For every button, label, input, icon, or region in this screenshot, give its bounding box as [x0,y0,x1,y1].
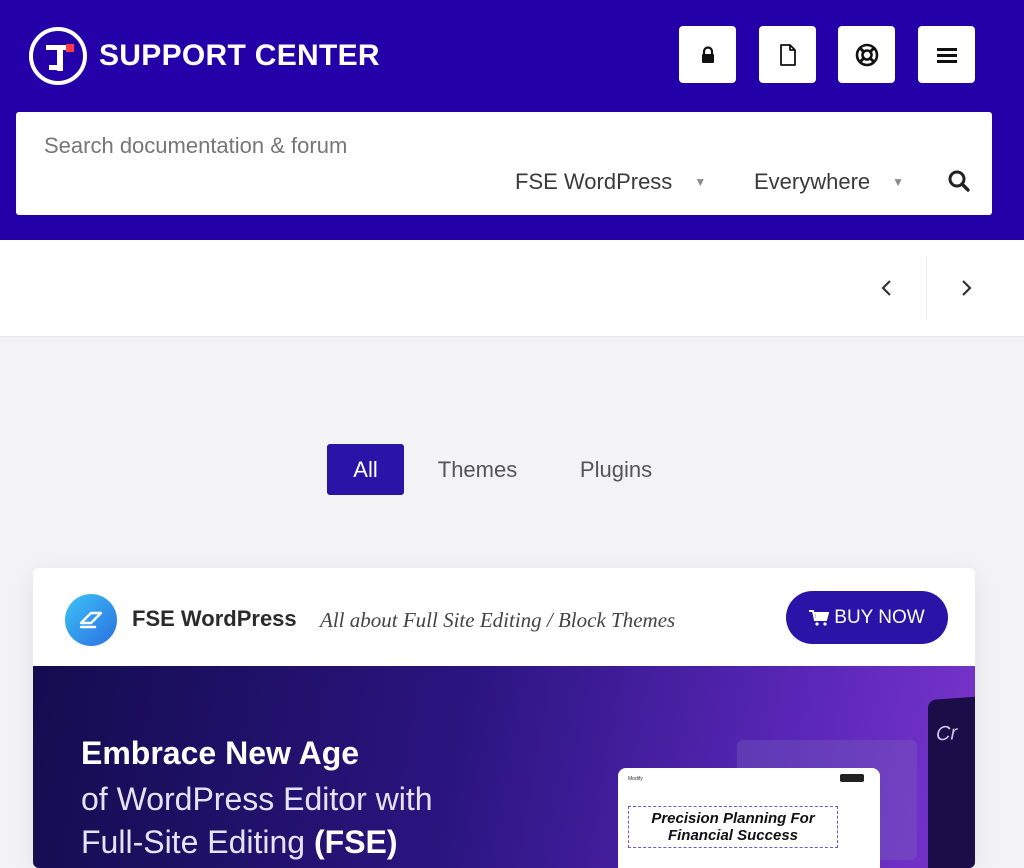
product-filter-dropdown[interactable]: FSE WordPress ▼ [515,167,706,197]
product-card-header: FSE WordPress All about Full Site Editin… [33,568,975,666]
site-header: SUPPORT CENTER FSE WordPress ▼ [0,0,1024,240]
scope-filter-label: Everywhere [754,169,871,194]
login-button[interactable] [679,26,736,83]
mockup-heading-line1: Precision Planning For [651,810,815,827]
cart-icon [809,609,830,626]
banner-mockup-side: Cr [928,695,975,868]
product-tagline: All about Full Site Editing / Block Them… [320,608,676,632]
buy-now-button[interactable]: BUY NOW [786,591,948,644]
banner-subline-2-text: Full-Site Editing [81,824,314,860]
product-card: FSE WordPress All about Full Site Editin… [33,568,975,868]
chevron-right-icon [962,280,972,296]
fse-logo-icon [65,594,117,646]
banner-mockup-front: Modify Precision Planning For Financial … [618,768,880,868]
menu-icon [936,47,957,63]
document-icon [779,43,796,66]
mockup-brand: Modify [628,776,643,782]
mockup-nav: Modify [628,774,864,784]
chevron-left-icon [881,280,891,296]
brand-logo[interactable]: SUPPORT CENTER [29,27,380,85]
tab-themes[interactable]: Themes [420,444,535,495]
mockup-heading-line2: Financial Success [667,827,799,844]
logo-mark-icon [29,27,87,85]
product-filter-label: FSE WordPress [515,169,673,194]
search-icon [948,170,970,192]
search-panel: FSE WordPress ▼ Everywhere ▼ [16,112,992,215]
support-button[interactable] [838,26,895,83]
menu-button[interactable] [918,26,975,83]
mockup-heading: Precision Planning For Financial Success [628,806,838,848]
carousel-next-button[interactable] [927,256,1007,320]
brand-name: SUPPORT CENTER [99,39,380,72]
chevron-down-icon: ▼ [694,175,707,189]
lifebuoy-icon [855,43,878,66]
chevron-down-icon: ▼ [892,175,905,189]
announcement-carousel [0,240,1024,337]
carousel-prev-button[interactable] [846,256,926,320]
search-input[interactable] [44,130,744,162]
product-name[interactable]: FSE WordPress [132,606,297,632]
buy-now-label: BUY NOW [834,606,925,628]
banner-subline: of WordPress Editor with [81,781,433,817]
lock-icon [701,45,714,63]
search-button[interactable] [944,166,974,196]
tab-plugins[interactable]: Plugins [560,444,672,495]
banner-headline: Embrace New Age [81,735,360,771]
tab-all[interactable]: All [327,444,404,495]
product-banner[interactable]: Cr Modify Precision Planning For Financi… [33,666,975,868]
scope-filter-dropdown[interactable]: Everywhere ▼ [754,167,904,197]
banner-accent-text: (FSE) [313,824,398,860]
banner-side-text: Cr [936,722,958,746]
banner-subline-2: Full-Site Editing (FSE) [81,824,398,861]
documentation-button[interactable] [759,26,816,83]
